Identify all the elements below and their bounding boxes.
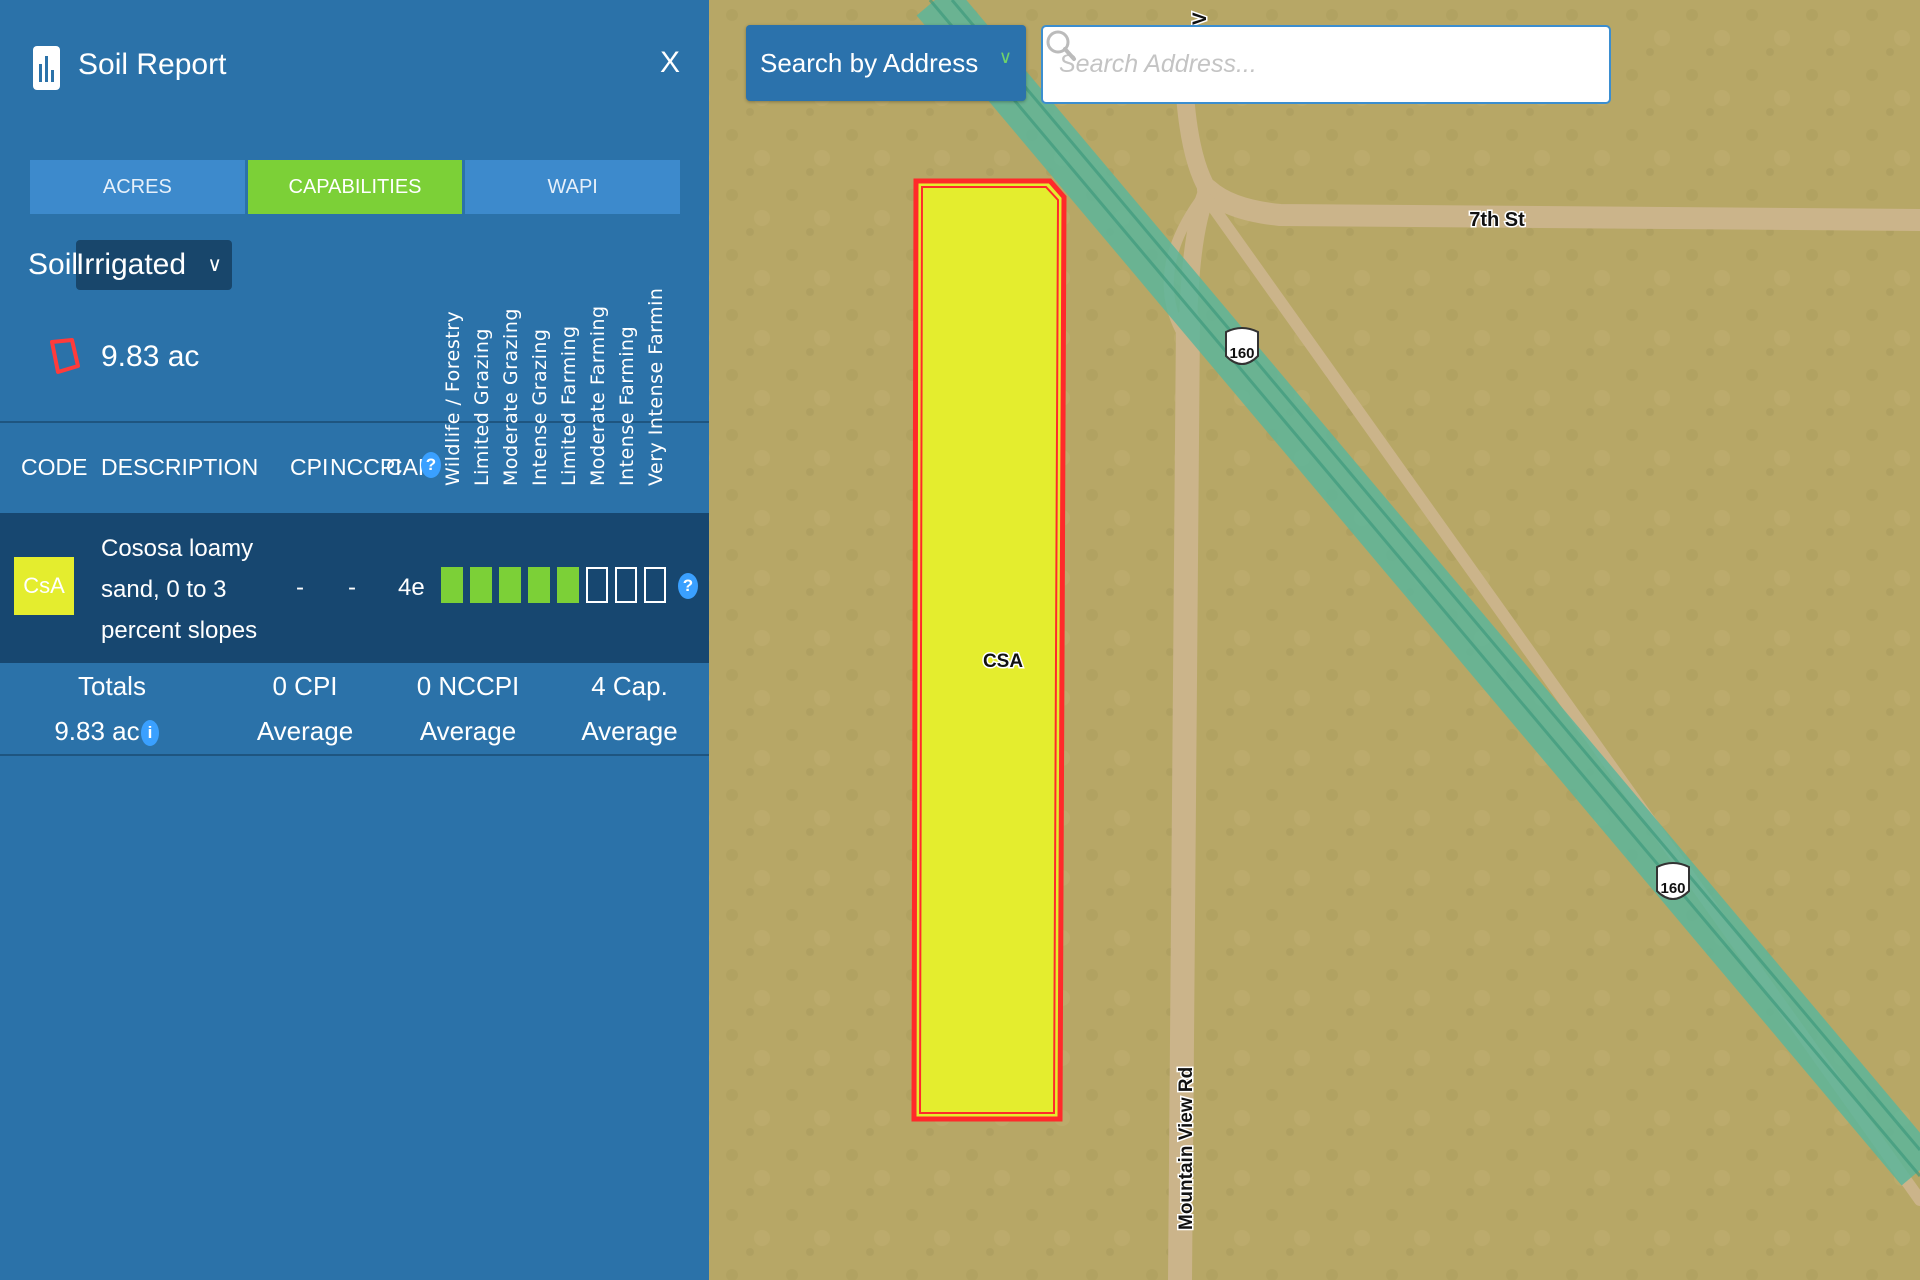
polygon-icon bbox=[50, 338, 80, 374]
search-mode-label: Search by Address bbox=[760, 47, 979, 78]
chevron-down-icon: ∨ bbox=[207, 254, 222, 276]
capability-header: Very Intense Farmin bbox=[645, 287, 667, 486]
totals-cap: 4 Cap. bbox=[591, 671, 668, 701]
parcel-label: CSA bbox=[983, 651, 1023, 672]
totals-cap-sub: Average bbox=[581, 716, 678, 746]
tab-acres[interactable]: ACRES bbox=[30, 160, 245, 214]
capability-bar bbox=[441, 567, 463, 603]
chevron-down-icon: ∨ bbox=[998, 47, 1012, 67]
capability-header: Limited Farming bbox=[558, 325, 580, 486]
row-help-icon[interactable]: ? bbox=[678, 573, 698, 599]
capability-header: Wildlife / Forestry bbox=[442, 310, 464, 486]
road-label-7th: 7th St bbox=[1469, 209, 1525, 231]
column-header-code: CODE bbox=[21, 454, 88, 480]
highway-shield-icon: 160 bbox=[1225, 327, 1259, 365]
totals-nccpi-block: 0 NCCPI Average bbox=[398, 664, 538, 754]
divider bbox=[0, 754, 709, 756]
row-nccpi: - bbox=[348, 574, 356, 601]
shield-number: 160 bbox=[1229, 345, 1254, 362]
search-icon[interactable] bbox=[1043, 27, 1079, 63]
search-box[interactable] bbox=[1041, 25, 1611, 104]
totals-label: Totals bbox=[78, 671, 146, 701]
totals-nccpi-sub: Average bbox=[419, 716, 517, 746]
info-icon[interactable]: i bbox=[141, 720, 159, 746]
highway-shield-icon: 160 bbox=[1656, 862, 1690, 900]
acreage-value: 9.83 ac bbox=[101, 340, 200, 373]
totals-cpi-sub: Average bbox=[256, 716, 354, 746]
row-cap: 4e bbox=[398, 574, 425, 601]
capability-bar bbox=[470, 567, 492, 603]
capability-header: Moderate Farming bbox=[587, 305, 609, 486]
soil-report-panel: Soil Report X ACRES CAPABILITIES WAPI So… bbox=[0, 0, 709, 1280]
close-button[interactable]: X bbox=[660, 46, 680, 80]
capability-header: Intense Grazing bbox=[529, 328, 551, 487]
soil-description: Cososa loamy sand, 0 to 3 percent slopes bbox=[101, 535, 258, 644]
search-address-input[interactable] bbox=[1043, 27, 1609, 102]
bar-chart-icon bbox=[33, 46, 60, 90]
capability-bars bbox=[441, 567, 673, 603]
capability-bar bbox=[499, 567, 521, 603]
road-label-mountain-view: Mountain View Rd bbox=[1176, 1067, 1197, 1230]
totals-cpi-block: 0 CPI Average bbox=[240, 664, 370, 754]
capability-header: Moderate Grazing bbox=[500, 308, 522, 486]
soil-code-badge: CsA bbox=[14, 557, 74, 615]
totals-nccpi: 0 NCCPI bbox=[416, 671, 520, 701]
capability-bar bbox=[615, 567, 637, 603]
parcel-polygon[interactable] bbox=[911, 178, 1067, 1122]
totals-cpi: 0 CPI bbox=[272, 671, 338, 701]
column-header-description: DESCRIPTION bbox=[101, 454, 259, 480]
capability-bar bbox=[586, 567, 608, 603]
tab-capabilities[interactable]: CAPABILITIES bbox=[247, 160, 463, 214]
capability-bar bbox=[644, 567, 666, 603]
panel-title: Soil Report bbox=[78, 48, 227, 81]
road-label-top: V bbox=[1190, 12, 1211, 25]
capability-header: Limited Grazing bbox=[471, 328, 493, 486]
shield-number: 160 bbox=[1660, 880, 1685, 897]
column-header-cpi: CPI bbox=[290, 454, 329, 480]
capability-bar bbox=[557, 567, 579, 603]
search-mode-dropdown[interactable]: Search by Address ∨ bbox=[746, 25, 1026, 101]
row-cpi: - bbox=[296, 574, 304, 601]
tab-wapi[interactable]: WAPI bbox=[465, 160, 681, 214]
report-tabs: ACRES CAPABILITIES WAPI bbox=[30, 160, 681, 214]
soil-type-value: Irrigated bbox=[76, 248, 187, 281]
totals-cap-block: 4 Cap. Average bbox=[567, 664, 692, 754]
capability-header: Intense Farming bbox=[616, 325, 638, 486]
cap-help-icon[interactable]: ? bbox=[421, 452, 441, 478]
soil-type-select[interactable]: Irrigated ∨ bbox=[76, 240, 232, 290]
terrain bbox=[700, 0, 1920, 1280]
capability-bar bbox=[528, 567, 550, 603]
